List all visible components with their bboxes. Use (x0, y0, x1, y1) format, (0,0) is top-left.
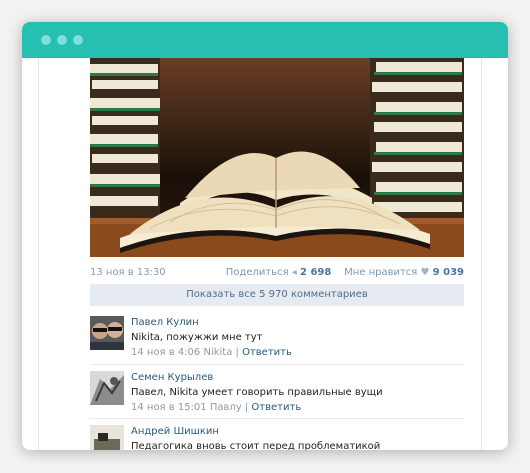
comment-meta: 14 ноя в 15:01 Павлу | Ответить (131, 402, 302, 413)
comment-item: Семен Курылев Павел, Nikita умеет говори… (90, 371, 464, 413)
post-content: 13 ноя в 13:30 Поделиться ◂ 2 698 Мне нр… (38, 58, 482, 450)
comment-meta: 14 ноя в 4:06 Nikita | Ответить (131, 347, 292, 358)
post-actions: Поделиться ◂ 2 698 Мне нравится ♥ 9 039 (226, 267, 464, 278)
share-label: Поделиться (225, 267, 289, 278)
reply-button[interactable]: Ответить (242, 347, 292, 358)
post-meta: 13 ноя в 13:30 Поделиться ◂ 2 698 Мне нр… (90, 267, 464, 281)
show-all-comments-button[interactable]: Показать все 5 970 комментариев (90, 284, 464, 306)
post-date: 13 ноя в 13:30 (90, 267, 166, 278)
window-maximize-dot[interactable] (73, 35, 83, 45)
like-label: Мне нравится (344, 267, 418, 278)
comment-date: 14 ноя в 15:01 Павлу (131, 402, 242, 413)
comment-date: 14 ноя в 4:06 Nikita (131, 347, 233, 358)
avatar-image (90, 425, 124, 450)
share-button[interactable]: Поделиться ◂ 2 698 (226, 267, 335, 278)
avatar-image (90, 316, 124, 350)
comment-text: Павел, Nikita умеет говорить правильные … (131, 387, 383, 398)
like-button[interactable]: Мне нравится ♥ 9 039 (344, 267, 464, 278)
window-titlebar (22, 22, 508, 58)
comment-author[interactable]: Семен Курылев (131, 371, 464, 385)
avatar[interactable] (90, 316, 124, 350)
comment-author[interactable]: Павел Кулин (131, 316, 464, 330)
reply-button[interactable]: Ответить (251, 402, 301, 413)
comment-author[interactable]: Андрей Шишкин (131, 425, 464, 439)
comment-item: Павел Кулин Nikita, пожужжи мне тут 14 н… (90, 316, 464, 358)
share-count: 2 698 (300, 267, 332, 278)
like-count: 9 039 (432, 267, 464, 278)
comment-text: Педагогика вновь стоит перед проблематик… (131, 441, 381, 450)
avatar[interactable] (90, 371, 124, 405)
comment-divider (90, 418, 464, 419)
avatar[interactable] (90, 425, 124, 450)
post-photo[interactable] (90, 58, 464, 257)
books-illustration (90, 58, 464, 257)
megaphone-icon: ◂ (291, 267, 297, 278)
comment-text: Nikita, пожужжи мне тут (131, 332, 263, 343)
heart-icon: ♥ (420, 267, 430, 278)
comment-divider (90, 364, 464, 365)
window-minimize-dot[interactable] (57, 35, 67, 45)
browser-window: 13 ноя в 13:30 Поделиться ◂ 2 698 Мне нр… (22, 22, 508, 450)
window-close-dot[interactable] (41, 35, 51, 45)
comment-item: Андрей Шишкин Педагогика вновь стоит пер… (90, 425, 464, 450)
avatar-image (90, 371, 124, 405)
